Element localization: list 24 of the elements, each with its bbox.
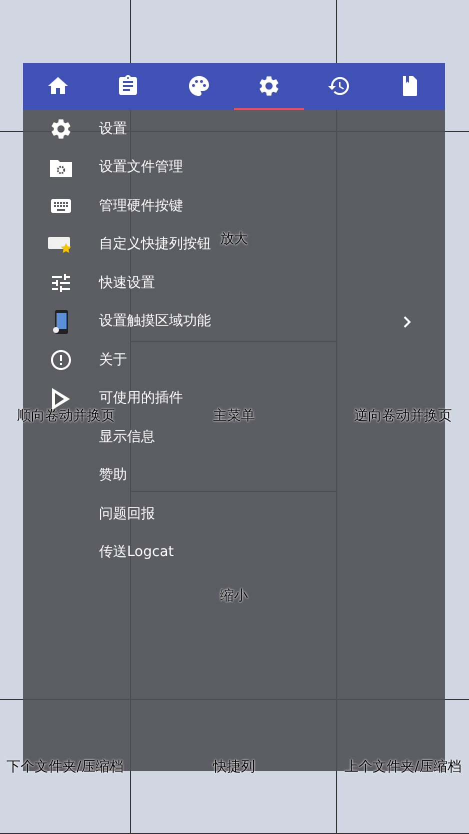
menu-item[interactable]: 快速设置: [99, 272, 155, 294]
menu-item[interactable]: 赞助: [99, 465, 127, 486]
settings-icon: [257, 74, 282, 98]
menu-item[interactable]: 自定义快捷列按钮: [99, 234, 211, 256]
menu-item[interactable]: 设置文件管理: [99, 157, 183, 178]
menu-item[interactable]: 传送Logcat: [99, 542, 174, 564]
folder-gear-icon: [50, 158, 72, 177]
bookmarked-file-icon: [402, 76, 418, 96]
phone-touch-icon: [53, 310, 69, 334]
card-star-icon: [48, 234, 74, 255]
menu-item[interactable]: 可使用的插件: [99, 388, 183, 410]
menu-item[interactable]: 问题回报: [99, 504, 155, 525]
touch-zone-label: 放大: [220, 230, 248, 249]
menu-item[interactable]: 关于: [99, 350, 127, 371]
menu-item[interactable]: 设置: [99, 118, 127, 140]
menu-item[interactable]: 显示信息: [99, 426, 155, 448]
menu-item[interactable]: 设置触摸区域功能: [99, 311, 211, 332]
play-triangle-icon: [51, 388, 71, 410]
menu-item[interactable]: 管理硬件按键: [99, 196, 183, 217]
touch-zone-label: 快捷列: [213, 758, 255, 777]
touch-zone-label: 缩小: [220, 587, 248, 606]
settings-icon: [49, 117, 73, 142]
touch-zone-label: 主菜单: [213, 407, 255, 426]
palette-icon: [186, 74, 211, 98]
